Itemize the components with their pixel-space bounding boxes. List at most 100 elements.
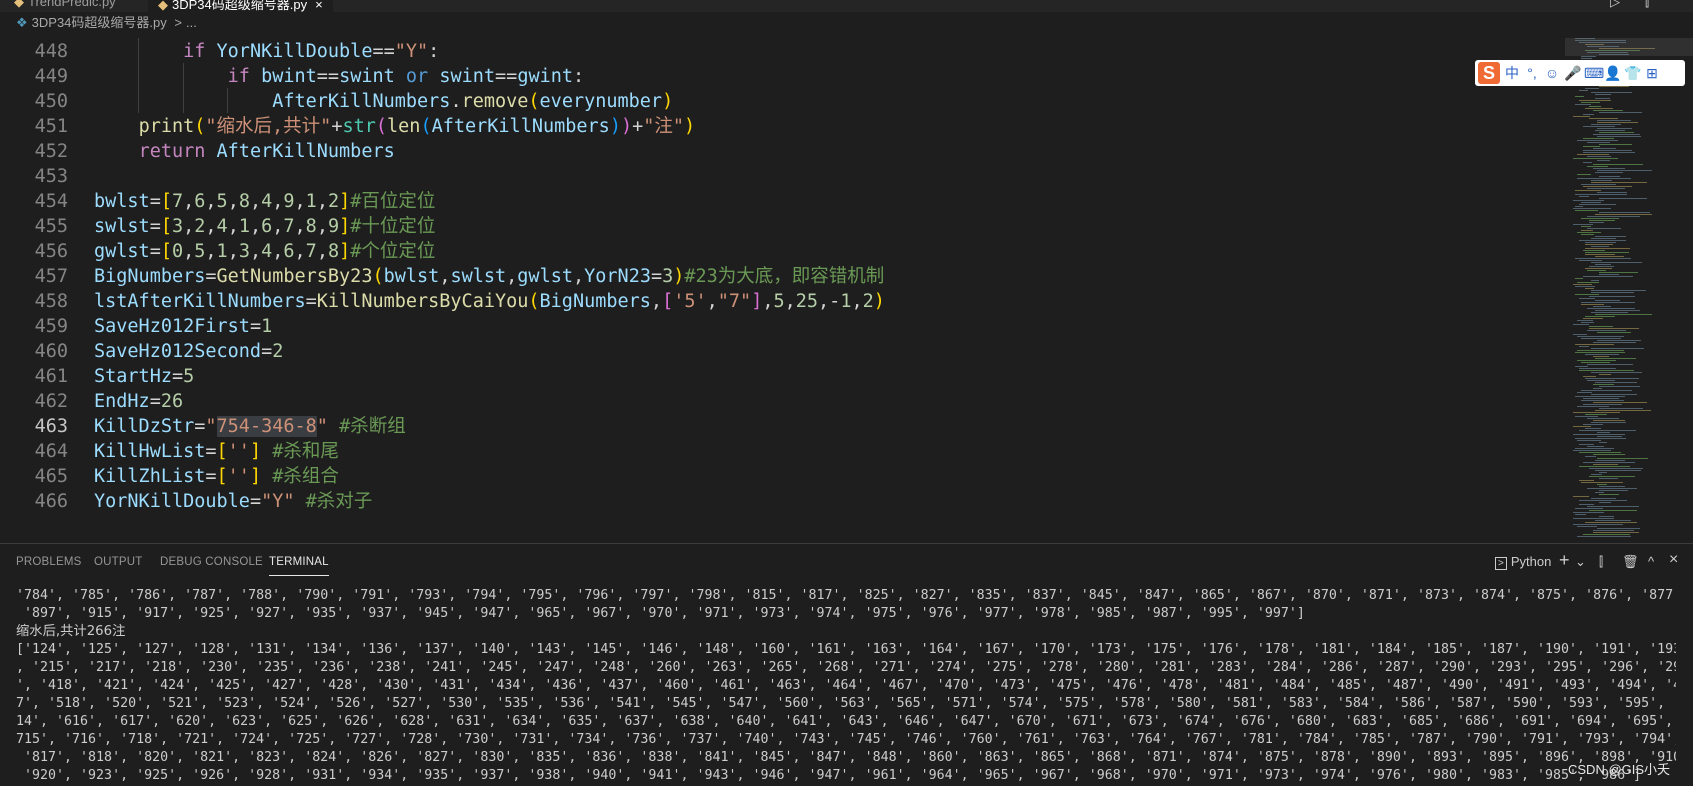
code-line[interactable]: 461 StartHz=5	[0, 363, 1565, 390]
code-text[interactable]: BigNumbers=GetNumbersBy23(bwlst,swlst,gw…	[94, 263, 884, 290]
indent-guide	[138, 63, 140, 88]
minimap-line	[1597, 122, 1638, 123]
line-number: 463	[34, 416, 68, 437]
minimap-line	[1591, 280, 1599, 281]
code-text[interactable]: KillZhList=[''] #杀组合	[94, 463, 339, 490]
code-line[interactable]: 466 YorNKillDouble="Y" #杀对子	[0, 488, 1565, 515]
code-line[interactable]: 450 AfterKillNumbers.remove(everynumber)	[0, 88, 1565, 115]
minimap[interactable]	[1565, 38, 1693, 543]
terminal-selector[interactable]: > Python	[1495, 554, 1551, 570]
minimap-line	[1593, 134, 1640, 135]
run-icon[interactable]: ▷	[1610, 0, 1620, 12]
minimap-line	[1573, 208, 1611, 209]
sogou-logo-icon[interactable]: S	[1478, 62, 1500, 84]
code-line[interactable]: 448 if YorNKillDouble=="Y":	[0, 38, 1565, 65]
minimap-line	[1581, 362, 1610, 363]
code-text[interactable]: bwlst=[7,6,5,8,4,9,1,2]#百位定位	[94, 188, 435, 215]
minimap-line	[1573, 224, 1593, 225]
code-text[interactable]: EndHz=26	[94, 388, 183, 415]
minimap-line	[1593, 110, 1623, 111]
code-text[interactable]: SaveHz012First=1	[94, 313, 272, 340]
code-line[interactable]: 465 KillZhList=[''] #杀组合	[0, 463, 1565, 490]
keyboard-icon[interactable]: ⌨	[1584, 65, 1604, 82]
minimap-line	[1579, 370, 1634, 371]
tab-debug-console[interactable]: DEBUG CONSOLE	[160, 556, 263, 568]
code-text[interactable]: print("缩水后,共计"+str(len(AfterKillNumbers)…	[94, 113, 696, 140]
code-line[interactable]: 459 SaveHz012First=1	[0, 313, 1565, 340]
minimap-line	[1593, 530, 1634, 531]
microphone-icon[interactable]: 🎤	[1564, 65, 1581, 82]
minimap-line	[1585, 242, 1616, 243]
ime-toolbar[interactable]: S 中 °, ☺ 🎤 ⌨ 👤 👕 ⊞	[1475, 60, 1685, 86]
code-text[interactable]: AfterKillNumbers.remove(everynumber)	[94, 88, 673, 115]
user-icon[interactable]: 👤	[1604, 65, 1621, 82]
code-text[interactable]: lstAfterKillNumbers=KillNumbersByCaiYou(…	[94, 288, 885, 315]
line-number: 448	[34, 41, 68, 62]
code-text[interactable]: if bwint==swint or swint==gwint:	[94, 63, 585, 90]
code-editor[interactable]: 448 if YorNKillDouble=="Y": 449 if bwint=…	[0, 38, 1565, 543]
skin-icon[interactable]: 👕	[1624, 65, 1641, 82]
code-text[interactable]: return AfterKillNumbers	[94, 138, 395, 165]
code-line[interactable]: 460 SaveHz012Second=2	[0, 338, 1565, 365]
code-line[interactable]: 454 bwlst=[7,6,5,8,4,9,1,2]#百位定位	[0, 188, 1565, 215]
grid-menu-icon[interactable]: ⊞	[1644, 65, 1660, 82]
code-line[interactable]: 455 swlst=[3,2,4,1,6,7,8,9]#十位定位	[0, 213, 1565, 240]
code-text[interactable]: swlst=[3,2,4,1,6,7,8,9]#十位定位	[94, 213, 435, 240]
code-text[interactable]: KillHwList=[''] #杀和尾	[94, 438, 339, 465]
minimap-line	[1581, 390, 1632, 391]
code-line[interactable]: 462 EndHz=26	[0, 388, 1565, 415]
punctuation-icon[interactable]: °,	[1524, 65, 1540, 81]
code-text[interactable]: YorNKillDouble="Y" #杀对子	[94, 488, 372, 515]
code-text[interactable]: gwlst=[0,5,1,3,4,6,7,8]#个位定位	[94, 238, 435, 265]
chinese-mode-icon[interactable]: 中	[1504, 63, 1520, 83]
code-line[interactable]: 449 if bwint==swint or swint==gwint:	[0, 63, 1565, 90]
code-line[interactable]: 453	[0, 163, 1565, 190]
chevron-down-icon[interactable]: ⌄	[1575, 554, 1586, 570]
breadcrumb-symbols[interactable]: ...	[186, 15, 197, 30]
minimap-line	[1591, 394, 1637, 395]
tab-trendpredic[interactable]: ◆ TrendPredic.py	[14, 0, 116, 12]
code-line[interactable]: 457 BigNumbers=GetNumbersBy23(bwlst,swlst…	[0, 263, 1565, 290]
maximize-panel-icon[interactable]: ^	[1648, 554, 1654, 569]
watermark: CSDN @GIS小夭	[1568, 762, 1671, 777]
code-line[interactable]: 451 print("缩水后,共计"+str(len(AfterKillNumb…	[0, 113, 1565, 140]
minimap-line	[1589, 106, 1601, 107]
minimap-line	[1577, 536, 1631, 537]
split-terminal-icon[interactable]: ⫿	[1599, 554, 1603, 570]
minimap-line	[1593, 164, 1643, 165]
minimap-line	[1583, 398, 1619, 399]
line-number: 449	[34, 66, 68, 87]
code-text[interactable]: SaveHz012Second=2	[94, 338, 283, 365]
code-text[interactable]: KillDzStr="754-346-8" #杀断组	[94, 413, 406, 440]
bottom-panel: PROBLEMS OUTPUT DEBUG CONSOLE TERMINAL >…	[0, 543, 1693, 786]
minimap-line	[1581, 56, 1596, 57]
code-line[interactable]: 458 lstAfterKillNumbers=KillNumbersByCaiY…	[0, 288, 1565, 315]
close-tab-icon[interactable]: ×	[315, 0, 323, 12]
code-text[interactable]: if YorNKillDouble=="Y":	[94, 38, 439, 65]
code-line[interactable]: 463 KillDzStr="754-346-8" #杀断组	[0, 413, 1565, 440]
terminal-output[interactable]: '784', '785', '786', '787', '788', '790'…	[16, 587, 1676, 785]
code-text[interactable]: StartHz=5	[94, 363, 194, 390]
add-terminal-button[interactable]: +	[1559, 550, 1570, 571]
tab-3dp34[interactable]: ◆ 3DP34码超级缩号器.py ×	[148, 0, 333, 12]
tab-terminal[interactable]: TERMINAL	[269, 556, 329, 576]
minimap-line	[1579, 452, 1621, 453]
code-line[interactable]: 452 return AfterKillNumbers	[0, 138, 1565, 165]
minimap-line	[1583, 424, 1603, 425]
emoji-icon[interactable]: ☺	[1544, 65, 1560, 81]
code-line[interactable]: 464 KillHwList=[''] #杀和尾	[0, 438, 1565, 465]
close-panel-icon[interactable]: ×	[1669, 551, 1678, 569]
tab-output[interactable]: OUTPUT	[94, 556, 142, 568]
tab-problems[interactable]: PROBLEMS	[16, 556, 82, 568]
trash-icon[interactable]: 🗑	[1622, 554, 1639, 570]
minimap-line	[1591, 124, 1621, 125]
code-line[interactable]: 456 gwlst=[0,5,1,3,4,6,7,8]#个位定位	[0, 238, 1565, 265]
minimap-line	[1591, 262, 1642, 263]
minimap-slider[interactable]	[1565, 38, 1693, 56]
minimap-line	[1585, 414, 1607, 415]
minimap-line	[1597, 484, 1607, 485]
minimap-line	[1575, 286, 1595, 287]
breadcrumb-file[interactable]: 3DP34码超级缩号器.py	[32, 15, 167, 30]
split-editor-icon[interactable]: ⫿	[1645, 0, 1649, 12]
terminal-line: ['124', '125', '127', '128', '131', '134…	[16, 642, 1676, 657]
